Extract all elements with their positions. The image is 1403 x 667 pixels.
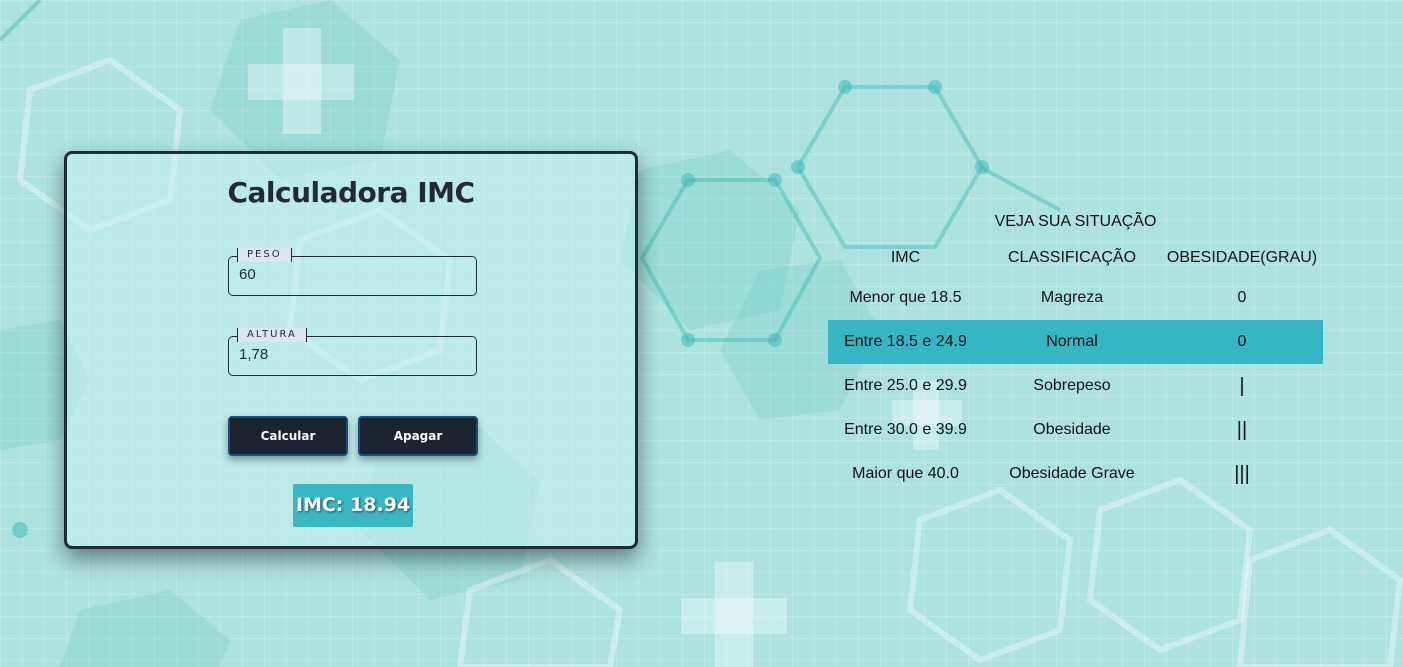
situation-title: VEJA SUA SITUAÇÃO [994,213,1157,230]
height-input[interactable] [239,346,459,363]
height-label: ALTURA [237,328,307,342]
row-imc: Maior que 40.0 [852,465,959,482]
row-grade: 0 [1161,320,1323,364]
calculator-card: Calculadora IMC PESO ALTURA Calcular Apa… [64,151,638,549]
weight-field[interactable]: PESO [228,248,477,296]
row-grade: | [1239,374,1245,397]
row-grade: 0 [1237,289,1247,306]
header-imc: IMC [890,249,921,266]
row-grade: ||| [1234,462,1250,485]
calculate-button[interactable]: Calcular [228,416,348,456]
row-imc: Entre 25.0 e 29.9 [844,377,967,394]
height-field[interactable]: ALTURA [228,328,477,376]
weight-label: PESO [237,248,292,262]
clear-button[interactable]: Apagar [358,416,478,456]
weight-input[interactable] [239,266,459,283]
row-imc: Entre 30.0 e 39.9 [844,421,967,438]
row-classification: Obesidade [1033,421,1111,438]
row-classification: Magreza [1040,289,1104,306]
imc-table: IMC CLASSIFICAÇÃO OBESIDADE(GRAU) Menor … [828,240,1323,496]
imc-result: IMC: 18.94 [293,484,413,527]
table-row: Menor que 18.5 Magreza 0 [828,276,1323,320]
row-classification: Normal [983,320,1161,364]
row-classification: Sobrepeso [1033,377,1111,394]
table-header-row: IMC CLASSIFICAÇÃO OBESIDADE(GRAU) [828,240,1323,276]
header-classification: CLASSIFICAÇÃO [1007,249,1137,266]
calculator-title: Calculadora IMC [227,176,475,209]
row-classification: Obesidade Grave [1009,465,1135,482]
table-row: Entre 30.0 e 39.9 Obesidade || [828,408,1323,452]
row-imc: Entre 18.5 e 24.9 [828,320,983,364]
row-imc: Menor que 18.5 [849,289,962,306]
table-row: Entre 25.0 e 29.9 Sobrepeso | [828,364,1323,408]
table-row: Entre 18.5 e 24.9 Normal 0 [828,320,1323,364]
row-grade: || [1236,418,1248,441]
header-grade: OBESIDADE(GRAU) [1166,249,1318,266]
table-row: Maior que 40.0 Obesidade Grave ||| [828,452,1323,496]
